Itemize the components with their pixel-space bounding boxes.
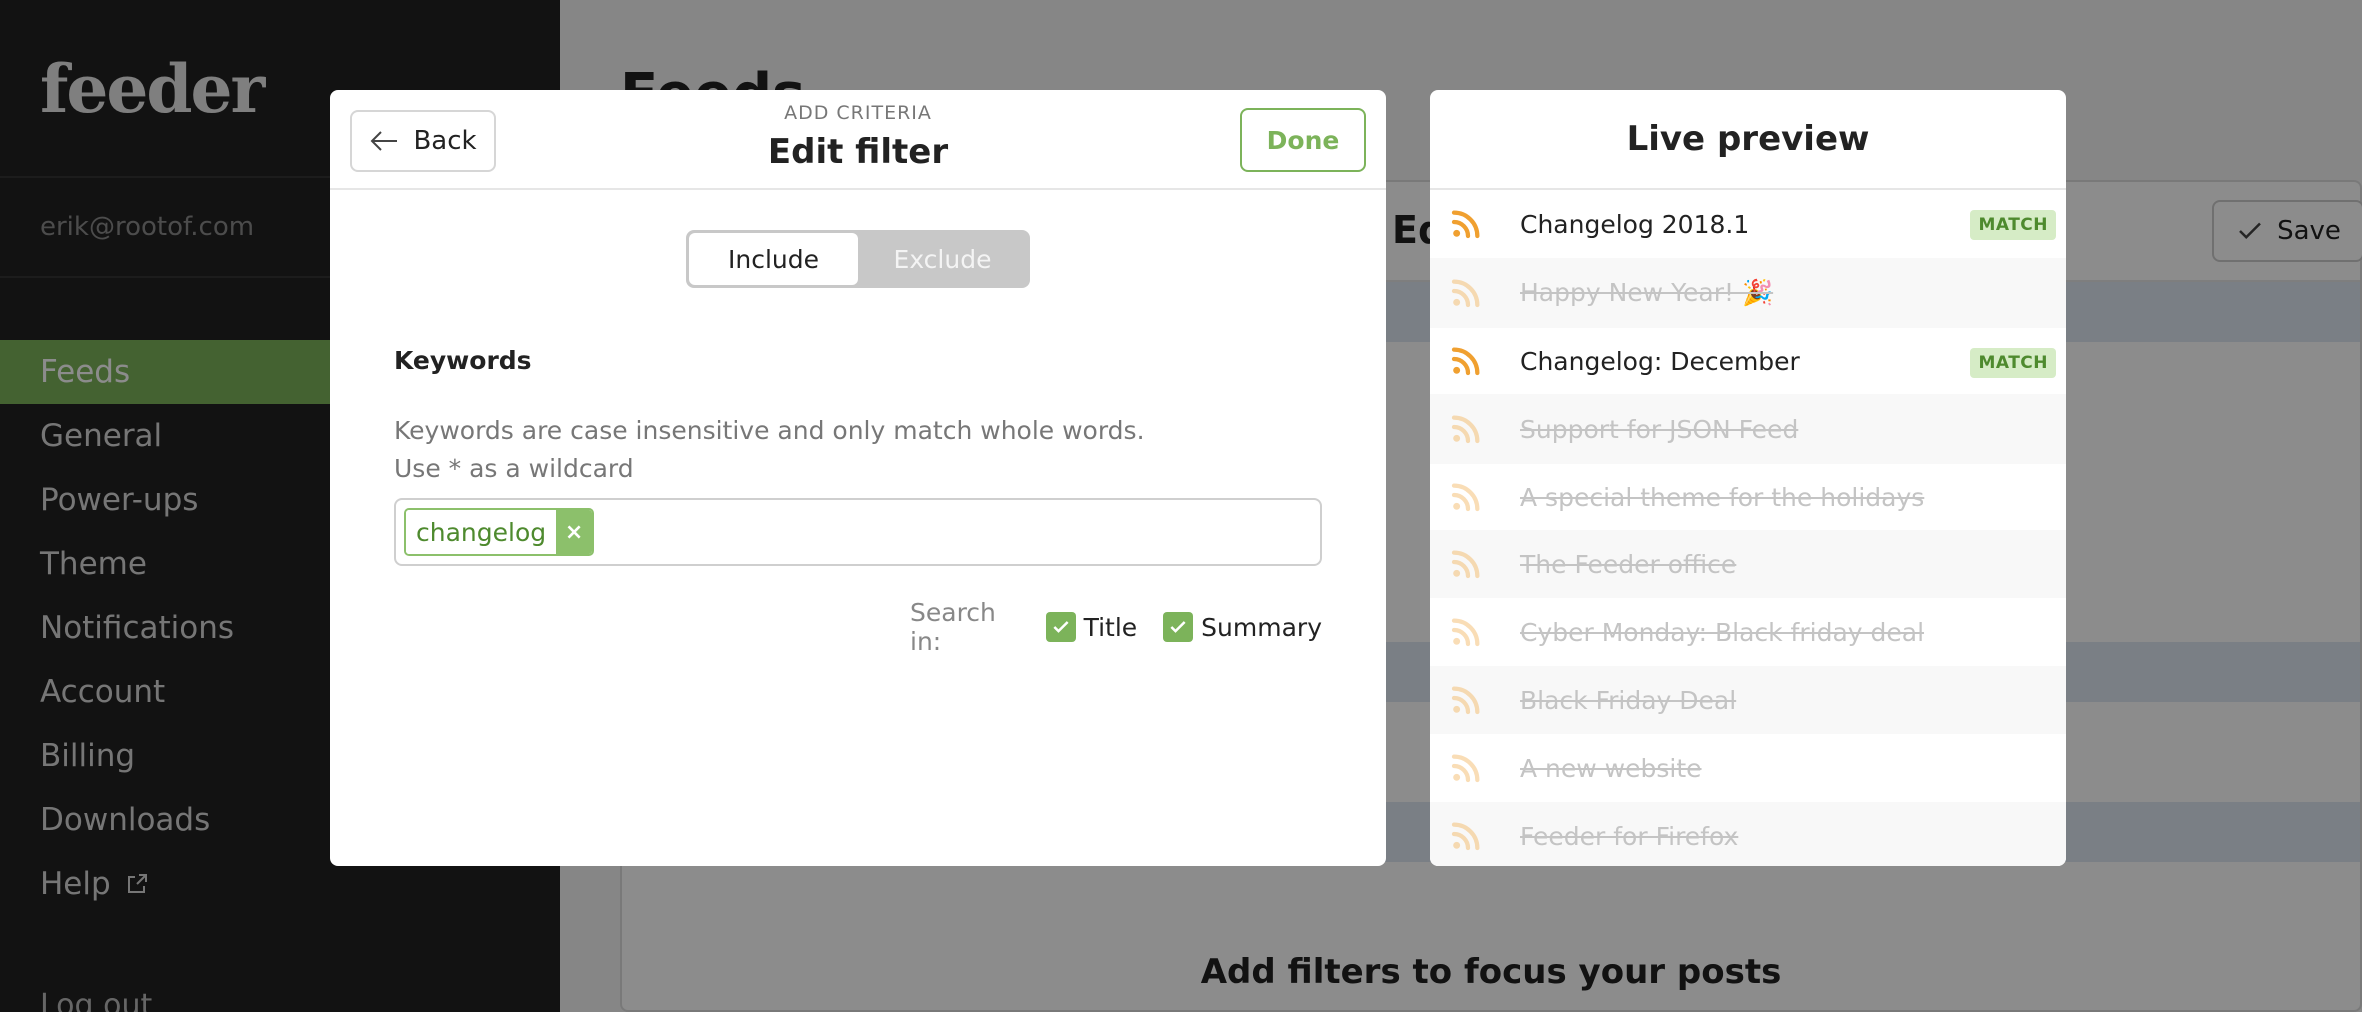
live-preview-panel: Live preview Changelog 2018.1 MATCH Happ… [1430, 90, 2066, 866]
checkbox-label: Summary [1201, 612, 1322, 642]
rss-icon [1451, 822, 1480, 851]
preview-header: Live preview [1430, 90, 2066, 190]
keywords-help: Keywords are case insensitive and only m… [394, 412, 1145, 488]
keyword-tag: changelog × [404, 508, 595, 556]
edit-filter-modal: ADD CRITERIA Edit filter Back Done Inclu… [330, 90, 1386, 866]
match-badge: MATCH [1970, 348, 2056, 378]
preview-item-title: Happy New Year! 🎉 [1520, 278, 1774, 307]
search-summary-checkbox[interactable]: Summary [1163, 612, 1322, 642]
preview-item: Support for JSON Feed [1430, 394, 2066, 464]
preview-list: Changelog 2018.1 MATCH Happy New Year! 🎉… [1430, 190, 2066, 866]
preview-item-title: The Feeder office [1520, 549, 1737, 579]
keywords-help-line: Use * as a wildcard [394, 454, 634, 483]
search-title-checkbox[interactable]: Title [1045, 612, 1138, 642]
preview-item: Changelog: December MATCH [1430, 328, 2066, 394]
rss-icon [1451, 754, 1480, 783]
search-in-label: Search in: [910, 598, 996, 656]
preview-item: A special theme for the holidays [1430, 464, 2066, 530]
preview-item-title: Cyber Monday: Black friday deal [1520, 617, 1925, 647]
keyword-tag-text: changelog [406, 510, 557, 554]
modal-header: ADD CRITERIA Edit filter Back Done [330, 90, 1386, 190]
rss-icon [1451, 279, 1480, 308]
exclude-option[interactable]: Exclude [858, 233, 1027, 285]
arrow-left-icon [371, 131, 398, 151]
back-button-label: Back [413, 126, 477, 156]
preview-item: Cyber Monday: Black friday deal [1430, 598, 2066, 666]
keywords-input[interactable]: changelog × [394, 498, 1322, 566]
include-option[interactable]: Include [689, 233, 858, 285]
preview-item: Feeder for Firefox [1430, 802, 2066, 866]
rss-icon [1451, 550, 1480, 579]
checkbox-label: Title [1083, 612, 1138, 642]
preview-item-title: Changelog 2018.1 [1520, 209, 1750, 239]
preview-item: The Feeder office [1430, 530, 2066, 598]
keywords-help-line: Keywords are case insensitive and only m… [394, 416, 1145, 445]
rss-icon [1451, 415, 1480, 444]
rss-icon [1451, 618, 1480, 647]
preview-item: A new website [1430, 734, 2066, 802]
preview-item: Happy New Year! 🎉 [1430, 258, 2066, 328]
remove-tag-button[interactable]: × [556, 510, 593, 554]
preview-item: Black Friday Deal [1430, 666, 2066, 734]
preview-title: Live preview [1626, 119, 1870, 159]
done-button[interactable]: Done [1240, 108, 1366, 172]
preview-item-title: Black Friday Deal [1520, 685, 1737, 715]
checkbox-checked-icon [1163, 612, 1194, 642]
rss-icon [1451, 483, 1480, 512]
preview-item: Changelog 2018.1 MATCH [1430, 190, 2066, 258]
back-button[interactable]: Back [350, 110, 496, 172]
preview-item-title: A new website [1520, 753, 1702, 783]
include-exclude-toggle: Include Exclude [686, 230, 1030, 288]
keywords-label: Keywords [394, 346, 532, 375]
checkbox-checked-icon [1045, 612, 1076, 642]
preview-item-title: Support for JSON Feed [1520, 414, 1799, 444]
match-badge: MATCH [1970, 210, 2056, 240]
preview-item-title: Feeder for Firefox [1520, 821, 1739, 851]
rss-icon [1451, 686, 1480, 715]
preview-item-title: A special theme for the holidays [1520, 482, 1925, 512]
rss-icon [1451, 210, 1480, 239]
search-in-options: Search in: Title Summary [910, 598, 1322, 656]
preview-item-title: Changelog: December [1520, 346, 1800, 376]
rss-icon [1451, 347, 1480, 376]
